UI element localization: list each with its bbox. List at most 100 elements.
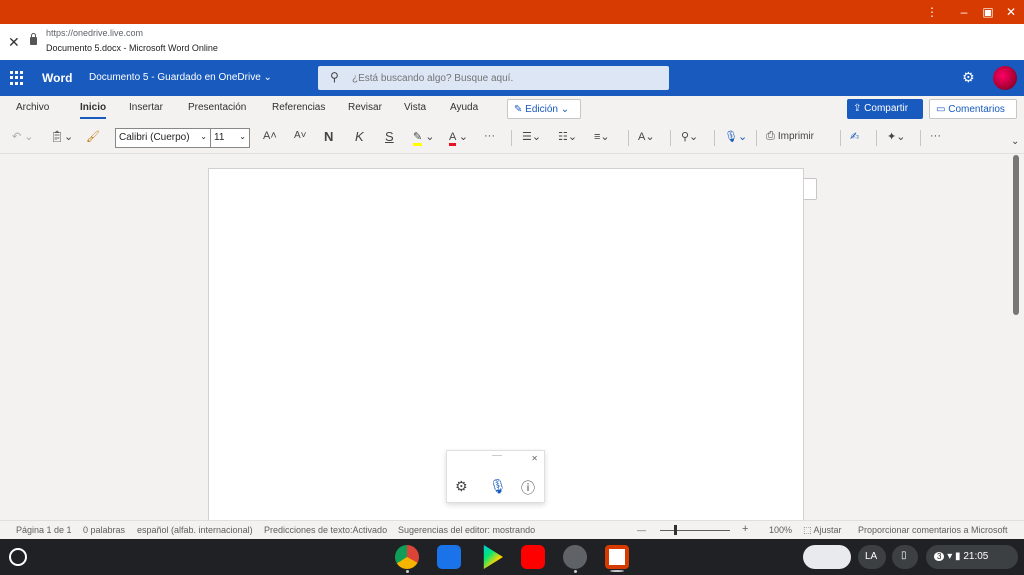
divider <box>920 130 921 146</box>
settings-gear-icon[interactable] <box>563 545 587 569</box>
share-icon: ⇪ <box>853 103 862 114</box>
bullets-icon[interactable]: ☰⌄ <box>522 130 541 143</box>
zoom-level[interactable]: 100% <box>769 525 792 535</box>
fit-icon: ⬚ <box>803 525 812 535</box>
search-box[interactable]: ⚲ <box>318 66 669 90</box>
office-icon[interactable] <box>605 545 629 569</box>
zoom-slider[interactable] <box>660 530 730 531</box>
bold-button[interactable]: N <box>324 129 333 144</box>
help-icon[interactable]: ⓘ <box>521 478 535 498</box>
font-name-value: Calibri (Cuerpo) <box>119 132 190 143</box>
gear-icon[interactable]: ⚙ <box>962 69 975 86</box>
shrink-font-button[interactable]: A˅ <box>294 130 307 141</box>
italic-button[interactable]: K <box>355 129 364 144</box>
tab-vista[interactable]: Vista <box>404 102 426 113</box>
editor-icon[interactable]: ✍︎ <box>850 130 859 143</box>
comment-margin-marker[interactable] <box>804 178 817 200</box>
zoom-slider-thumb[interactable] <box>674 525 677 535</box>
vertical-scrollbar[interactable] <box>1013 155 1019 315</box>
align-icon[interactable]: ≡⌄ <box>594 130 610 143</box>
window-thumbnails[interactable] <box>803 545 851 569</box>
close-icon[interactable]: ✕ <box>8 34 20 51</box>
designer-wand-icon[interactable]: ✦⌄ <box>887 130 905 143</box>
more-options-button[interactable]: ··· <box>930 130 941 142</box>
chrome-icon[interactable] <box>395 545 419 569</box>
browser-titlebar: ⋮ – ▣ ✕ <box>0 0 1024 24</box>
url-text[interactable]: https://onedrive.live.com <box>46 28 143 38</box>
share-button[interactable]: ⇪ Compartir <box>847 99 923 119</box>
tab-ayuda[interactable]: Ayuda <box>450 102 478 113</box>
app-name[interactable]: Word <box>42 71 72 85</box>
phone-hub-icon[interactable]: ▯ <box>892 545 918 569</box>
word-count[interactable]: 0 palabras <box>83 525 125 535</box>
tab-presentacion[interactable]: Presentación <box>188 102 246 113</box>
divider <box>511 130 512 146</box>
search-input[interactable] <box>352 70 652 86</box>
keyboard-layout[interactable]: LA <box>858 545 886 569</box>
divider <box>840 130 841 146</box>
feedback-link[interactable]: Proporcionar comentarios a Microsoft <box>858 525 1008 535</box>
play-store-icon[interactable] <box>483 545 503 569</box>
language-status[interactable]: español (alfab. internacional) <box>137 525 253 535</box>
files-icon[interactable] <box>437 545 461 569</box>
notification-count: 3 <box>934 552 945 561</box>
font-color-button[interactable]: A ⌄ <box>449 130 468 146</box>
comments-label: Comentarios <box>948 104 1005 115</box>
more-font-options-button[interactable]: ··· <box>484 130 495 142</box>
highlight-icon[interactable]: ✎ ⌄ <box>413 130 435 146</box>
close-window-icon[interactable]: ✕ <box>1003 4 1019 20</box>
styles-icon[interactable]: A⌄ <box>638 130 655 143</box>
find-icon[interactable]: ⚲⌄ <box>681 130 698 143</box>
app-launcher-icon[interactable] <box>10 71 24 85</box>
close-icon[interactable]: ✕ <box>531 454 538 463</box>
pencil-icon: ✎ <box>514 104 523 115</box>
zoom-in-button[interactable]: + <box>742 523 748 535</box>
zoom-out-button[interactable]: — <box>637 525 646 535</box>
fit-button[interactable]: ⬚ Ajustar <box>803 525 842 536</box>
lock-icon <box>30 33 37 45</box>
page-title: Documento 5.docx - Microsoft Word Online <box>46 43 218 53</box>
editor-suggestions-status[interactable]: Sugerencias del editor: mostrando <box>398 525 535 535</box>
divider <box>670 130 671 146</box>
font-name-select[interactable]: Calibri (Cuerpo) ⌄ <box>115 128 211 148</box>
tab-insertar[interactable]: Insertar <box>129 102 163 113</box>
system-tray[interactable]: 3 ▾ ▮ 21:05 <box>926 545 1018 569</box>
printer-icon: ⎙ <box>766 130 775 142</box>
comments-button[interactable]: ▭ Comentarios <box>929 99 1017 119</box>
undo-icon[interactable]: ↶ ⌄ <box>12 130 34 143</box>
avatar[interactable] <box>993 66 1017 90</box>
active-indicator <box>610 570 624 572</box>
microphone-icon[interactable]: 🎙︎ <box>489 478 507 495</box>
restore-icon[interactable]: ▣ <box>980 4 996 20</box>
chevron-down-icon: ⌄ <box>560 104 570 115</box>
kebab-menu-icon[interactable]: ⋮ <box>924 4 940 20</box>
clipboard-icon[interactable]: 📋︎⌄ <box>50 130 73 143</box>
underline-button[interactable]: S <box>385 129 394 144</box>
edit-mode-button[interactable]: ✎ Edición ⌄ <box>507 99 581 119</box>
chevron-down-icon: ⌄ <box>200 132 207 141</box>
launcher-icon[interactable] <box>9 548 27 566</box>
divider <box>714 130 715 146</box>
tab-revisar[interactable]: Revisar <box>348 102 382 113</box>
drag-handle[interactable] <box>492 455 502 456</box>
tab-inicio[interactable]: Inicio <box>80 102 107 119</box>
ribbon-tabs: Archivo Inicio Insertar Presentación Ref… <box>0 96 1024 122</box>
print-button[interactable]: ⎙ Imprimir <box>766 130 814 143</box>
grow-font-button[interactable]: A˄ <box>263 130 277 142</box>
youtube-icon[interactable] <box>521 545 545 569</box>
os-shelf: LA ▯ 3 ▾ ▮ 21:05 <box>0 539 1024 575</box>
numbering-icon[interactable]: ☷⌄ <box>558 130 577 143</box>
collapse-ribbon-icon[interactable]: ⌄ <box>1011 136 1019 147</box>
divider <box>756 130 757 146</box>
text-predictions-status[interactable]: Predicciones de texto:Activado <box>264 525 387 535</box>
tab-referencias[interactable]: Referencias <box>272 102 325 113</box>
dictate-microphone-icon[interactable]: 🎙︎⌄ <box>724 130 747 143</box>
format-painter-icon[interactable]: 🖌︎ <box>86 130 100 143</box>
gear-icon[interactable]: ⚙ <box>455 478 468 495</box>
minimize-icon[interactable]: – <box>956 4 972 20</box>
font-size-select[interactable]: 11 ⌄ <box>210 128 250 148</box>
page-count: Página 1 de 1 <box>16 525 72 535</box>
font-size-value: 11 <box>214 132 225 143</box>
tab-archivo[interactable]: Archivo <box>16 102 49 113</box>
document-title[interactable]: Documento 5 - Guardado en OneDrive ⌄ <box>89 72 272 83</box>
